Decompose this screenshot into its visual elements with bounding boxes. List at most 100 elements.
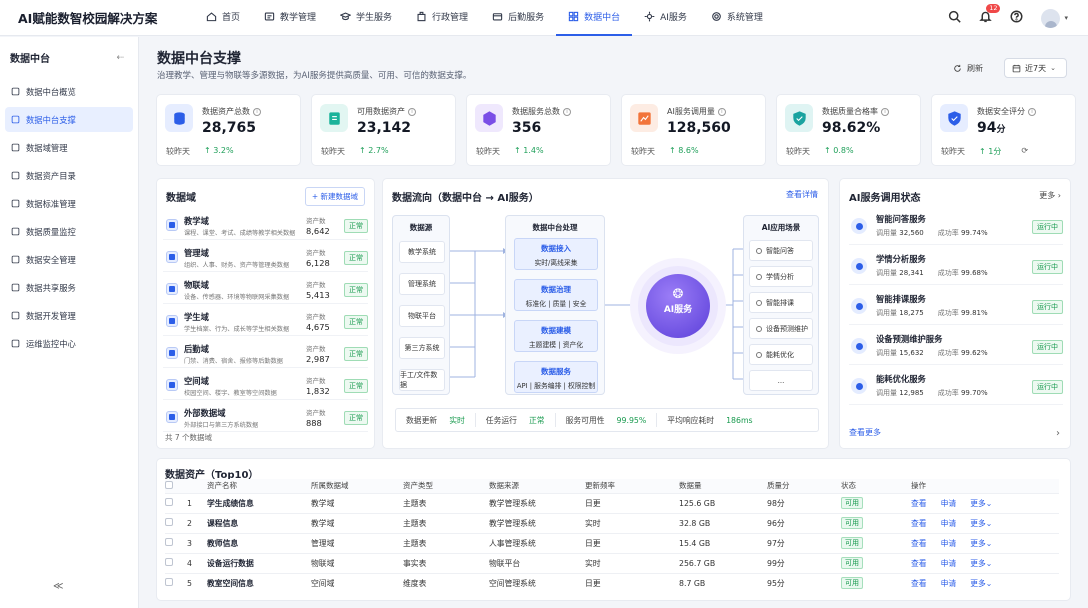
status-value: 正常 <box>528 415 545 425</box>
sidebar-item-4[interactable]: 数据标准管理 <box>5 191 133 216</box>
view-link[interactable]: 查看 <box>911 559 927 568</box>
nav-data-platform[interactable]: 数据中台 <box>556 0 633 36</box>
column-header: 所属数据域 <box>311 479 403 493</box>
row-checkbox[interactable] <box>165 518 173 526</box>
asset-count-label: 资产数 <box>306 217 326 225</box>
sidebar-item-0[interactable]: 数据中台概览 <box>5 79 133 104</box>
row-checkbox[interactable] <box>165 578 173 587</box>
domain-row[interactable]: 管理域 组织、人事、财务、资产等管理类数据 资产数 6,128 正常 <box>163 243 368 272</box>
column-header: 资产类型 <box>403 479 489 493</box>
ai-service-row[interactable]: 学情分析服务 调用量 28,341 成功率 99.68% 运行中 <box>849 249 1063 285</box>
nav-student[interactable]: 学生服务 <box>328 0 404 36</box>
view-link[interactable]: 查看 <box>911 499 927 508</box>
top-bar: AI赋能数智校园解决方案 首页 教学管理 学生服务 行政管理 后勤服务 数据中台 AI服务 系… <box>0 0 1088 36</box>
sidebar-item-5[interactable]: 数据质量监控 <box>5 219 133 244</box>
chevron-right-icon[interactable]: › <box>1056 428 1060 439</box>
sidebar-item-3[interactable]: 数据资产目录 <box>5 163 133 188</box>
row-checkbox[interactable] <box>165 498 173 506</box>
ai-service-row[interactable]: 设备预测维护服务 调用量 15,632 成功率 99.62% 运行中 <box>849 329 1063 365</box>
nav-admin[interactable]: 行政管理 <box>404 0 480 36</box>
status-badge: 正常 <box>344 379 368 393</box>
brain-icon: ❂ <box>672 287 684 302</box>
view-link[interactable]: 查看 <box>911 579 927 588</box>
ai-service-row[interactable]: 智能问答服务 调用量 32,560 成功率 99.74% 运行中 <box>849 209 1063 245</box>
view-link[interactable]: 查看 <box>911 519 927 528</box>
page-title: 数据中台支撑 <box>157 51 241 67</box>
menu-item-icon <box>11 115 20 124</box>
apply-link[interactable]: 申请 <box>941 539 957 548</box>
more-actions-link[interactable]: 更多⌄ <box>970 539 992 548</box>
process-step: 数据治理 标准化 | 质量 | 安全 <box>514 279 598 311</box>
status-label: 任务运行 <box>485 415 517 425</box>
sidebar-item-8[interactable]: 数据开发管理 <box>5 303 133 328</box>
nav-ai[interactable]: AI服务 <box>632 0 699 36</box>
notification-bell-icon[interactable]: 12 <box>979 4 1001 26</box>
date-range-select[interactable]: 近7天 ⌄ <box>1004 58 1067 78</box>
status-badge: 正常 <box>344 347 368 361</box>
apply-link[interactable]: 申请 <box>941 559 957 568</box>
help-icon[interactable] <box>1010 10 1023 26</box>
more-actions-link[interactable]: 更多⌄ <box>970 559 992 568</box>
table-cell: 查看 申请 更多⌄ <box>911 532 1059 553</box>
table-cell: 查看 申请 更多⌄ <box>911 492 1059 513</box>
collapse-icon[interactable]: ⇠ <box>116 53 124 63</box>
domain-row[interactable]: 空间域 校园空间、楼宇、教室等空间数据 资产数 1,832 正常 <box>163 371 368 400</box>
table-row[interactable]: 3 教师信息 管理域 主题表 人事管理系统 日更 15.4 GB 97分 可用 查看 申请 更多⌄ <box>165 532 1059 553</box>
logistics-icon <box>492 13 503 21</box>
more-actions-link[interactable]: 更多⌄ <box>970 519 992 528</box>
sidebar-item-9[interactable]: 运维监控中心 <box>5 331 133 356</box>
nav-home[interactable]: 首页 <box>194 0 252 36</box>
nav-logistics[interactable]: 后勤服务 <box>480 0 556 36</box>
table-cell: 主题表 <box>403 512 489 533</box>
row-checkbox[interactable] <box>165 558 173 566</box>
view-detail-link[interactable]: 查看详情 <box>786 189 818 200</box>
process-step-title: 数据建模 <box>541 326 571 335</box>
sidebar-item-1[interactable]: 数据中台支撑 <box>5 107 133 132</box>
kpi-label: 数据安全评分 i <box>977 106 1036 117</box>
view-more-link[interactable]: 查看更多 <box>849 427 881 438</box>
table-cell: 125.6 GB <box>679 492 767 513</box>
cube-icon <box>482 110 496 126</box>
domain-row[interactable]: 物联域 设备、传感器、环境等物联网采集数据 资产数 5,413 正常 <box>163 275 368 304</box>
row-checkbox[interactable] <box>165 538 173 546</box>
ai-service-row[interactable]: 智能排课服务 调用量 18,275 成功率 99.81% 运行中 <box>849 289 1063 325</box>
table-row[interactable]: 5 教室空间信息 空间域 维度表 空间管理系统 日更 8.7 GB 95分 可用 查看 申请 更多⌄ <box>165 572 1059 593</box>
table-cell <box>165 492 187 513</box>
menu-item-icon <box>11 171 20 180</box>
kpi-value: 23,142 <box>357 120 412 136</box>
nav-settings[interactable]: 系统管理 <box>699 0 775 36</box>
domain-row[interactable]: 教学域 课程、课堂、考试、成绩等教学相关数据 资产数 8,642 正常 <box>163 211 368 240</box>
nav-teaching[interactable]: 教学管理 <box>252 0 328 36</box>
table-cell: 可用 <box>841 572 911 593</box>
table-row[interactable]: 1 学生成绩信息 教学域 主题表 教学管理系统 日更 125.6 GB 98分 可用 查看 申请 更多… <box>165 492 1059 513</box>
teaching-icon <box>264 12 275 21</box>
domain-row[interactable]: 外部数据域 外部接口与第三方系统数据 资产数 888 正常 <box>163 403 368 432</box>
user-menu[interactable]: ▾ <box>1041 8 1068 28</box>
refresh-icon[interactable]: ⟳ <box>1021 146 1028 157</box>
domain-row[interactable]: 后勤域 门禁、消费、宿舍、报修等后勤数据 资产数 2,987 正常 <box>163 339 368 368</box>
ai-service-row[interactable]: 能耗优化服务 调用量 12,985 成功率 99.70% 运行中 <box>849 369 1063 405</box>
sidebar-item-6[interactable]: 数据安全管理 <box>5 247 133 272</box>
apply-link[interactable]: 申请 <box>941 519 957 528</box>
more-link[interactable]: 更多 › <box>1039 190 1061 201</box>
domain-row[interactable]: 学生域 学生档案、行为、成长等学生相关数据 资产数 4,675 正常 <box>163 307 368 336</box>
double-chevron-left-icon[interactable]: ≪ <box>53 581 63 592</box>
table-row[interactable]: 2 课程信息 教学域 主题表 教学管理系统 实时 32.8 GB 96分 可用 查看 申请 更多⌄ <box>165 512 1059 533</box>
add-domain-button[interactable]: + 新建数据域 <box>304 187 365 206</box>
search-icon[interactable] <box>948 10 962 26</box>
view-link[interactable]: 查看 <box>911 539 927 548</box>
sidebar-item-7[interactable]: 数据共享服务 <box>5 275 133 300</box>
select-all-checkbox[interactable] <box>165 480 173 489</box>
more-actions-link[interactable]: 更多⌄ <box>970 579 992 588</box>
ai-icon <box>644 11 655 22</box>
apply-link[interactable]: 申请 <box>941 499 957 508</box>
kpi-value: 28,765 <box>202 120 257 136</box>
calendar-icon <box>1012 64 1021 72</box>
more-actions-link[interactable]: 更多⌄ <box>970 499 992 508</box>
sidebar-item-2[interactable]: 数据域管理 <box>5 135 133 160</box>
table-row[interactable]: 4 设备运行数据 物联域 事实表 物联平台 实时 256.7 GB 99分 可用 查看 申请 更多⌄ <box>165 552 1059 573</box>
apply-link[interactable]: 申请 <box>941 579 957 588</box>
status-value: 实时 <box>449 415 465 425</box>
nav-label: 教学管理 <box>280 13 317 23</box>
refresh-button[interactable]: 刷新 <box>953 63 983 74</box>
